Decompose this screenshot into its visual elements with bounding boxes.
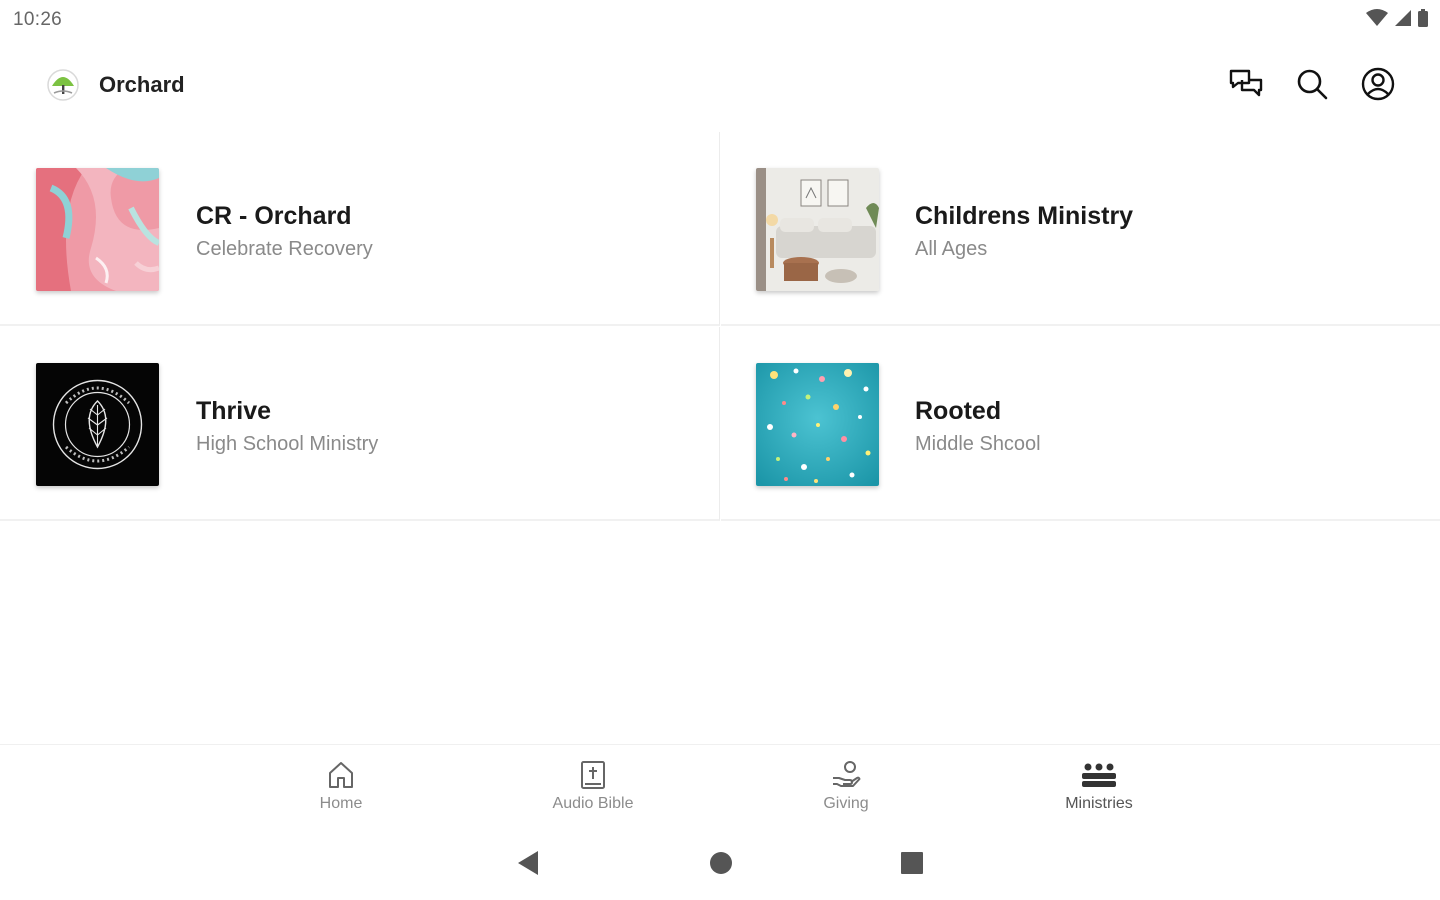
- ministry-title: Rooted: [915, 397, 1002, 425]
- ministry-card-cr-orchard[interactable]: CR - Orchard Celebrate Recovery: [0, 132, 720, 326]
- ministry-subtitle: Middle Shcool: [915, 433, 1041, 455]
- ministry-title: Thrive: [196, 397, 272, 425]
- ministry-thumbnail: [756, 168, 879, 291]
- nav-label: Home: [319, 795, 363, 812]
- app-bar: Orchard: [0, 40, 1440, 130]
- ministry-subtitle: All Ages: [915, 238, 988, 260]
- ministry-title: CR - Orchard: [196, 202, 352, 230]
- home-icon: [271, 759, 411, 791]
- ministry-card-rooted[interactable]: Rooted Middle Shcool: [721, 327, 1440, 521]
- app-title: Orchard: [99, 72, 185, 97]
- nav-label: Ministries: [1065, 795, 1133, 812]
- bottom-nav: Home Audio Bible Giving Ministries: [0, 744, 1440, 828]
- status-time: 10:26: [13, 9, 63, 30]
- signal-icon: [1394, 9, 1412, 32]
- ministry-card-thrive[interactable]: Thrive High School Ministry: [0, 327, 720, 521]
- ministry-thumbnail: [36, 168, 159, 291]
- orchard-logo-icon: [47, 69, 79, 101]
- ministry-title: Childrens Ministry: [915, 202, 1134, 230]
- giving-icon: [776, 759, 916, 791]
- home-circle-icon[interactable]: [708, 850, 734, 881]
- battery-icon: [1418, 9, 1428, 32]
- app-actions: [1228, 66, 1396, 102]
- ministry-thumbnail: [756, 363, 879, 486]
- ministries-grid: CR - Orchard Celebrate Recovery Children…: [0, 132, 1440, 524]
- wifi-icon: [1366, 9, 1388, 32]
- chat-icon[interactable]: [1228, 66, 1264, 102]
- system-nav-bar: [0, 830, 1440, 900]
- recents-icon[interactable]: [900, 850, 924, 881]
- status-icons: [1366, 9, 1428, 32]
- search-icon[interactable]: [1294, 66, 1330, 102]
- nav-audio-bible[interactable]: Audio Bible: [523, 759, 663, 823]
- ministry-subtitle: Celebrate Recovery: [196, 238, 373, 260]
- ministry-thumbnail: [36, 363, 159, 486]
- back-icon[interactable]: [516, 850, 540, 881]
- nav-label: Giving: [823, 795, 869, 812]
- account-icon[interactable]: [1360, 66, 1396, 102]
- bible-icon: [523, 759, 663, 791]
- nav-label: Audio Bible: [552, 795, 634, 812]
- nav-home[interactable]: Home: [271, 759, 411, 823]
- ministry-subtitle: High School Ministry: [196, 433, 379, 455]
- nav-giving[interactable]: Giving: [776, 759, 916, 823]
- people-group-icon: [1029, 759, 1169, 791]
- status-bar: 10:26: [0, 0, 1440, 40]
- ministry-card-childrens-ministry[interactable]: Childrens Ministry All Ages: [721, 132, 1440, 326]
- nav-ministries[interactable]: Ministries: [1029, 759, 1169, 823]
